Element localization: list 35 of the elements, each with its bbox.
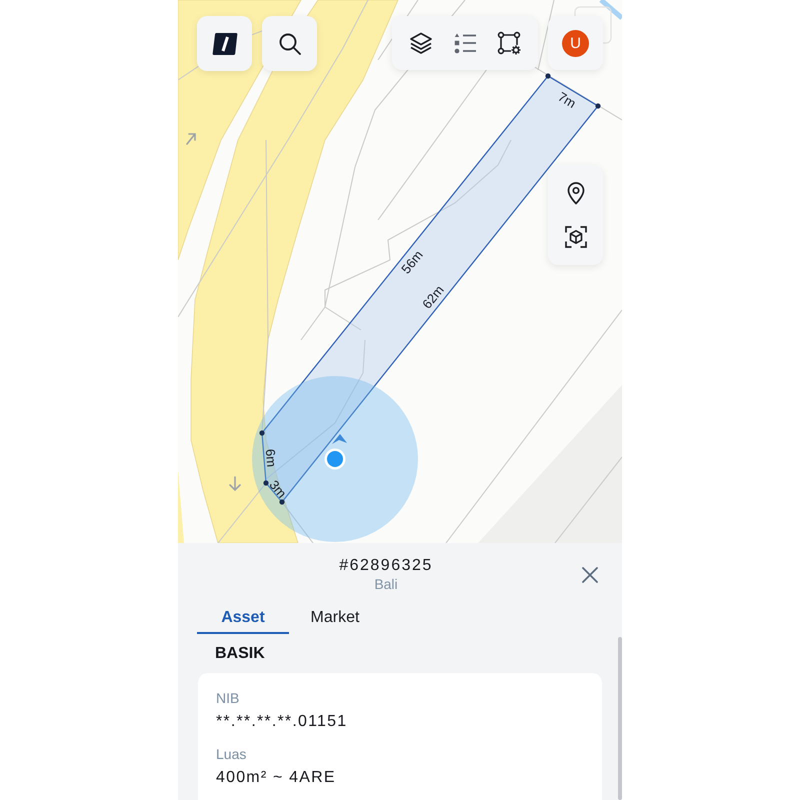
- arrow-icon: [229, 476, 241, 492]
- avatar-button[interactable]: U: [562, 30, 589, 56]
- section-heading: BASIK: [215, 644, 265, 664]
- polygon-gear-icon: [497, 31, 521, 55]
- vertex-marker-icon[interactable]: [263, 480, 269, 486]
- tab[interactable]: Market: [289, 603, 381, 634]
- field-value: 400m² ~ 4ARE: [216, 768, 336, 788]
- heading-arrow-icon: [332, 434, 347, 444]
- cube-scan-icon: [564, 225, 588, 249]
- arrow-icon: [186, 133, 196, 145]
- vertex-marker-icon[interactable]: [595, 103, 601, 109]
- logo-button[interactable]: [197, 16, 252, 71]
- field-label: NIB: [216, 689, 240, 707]
- edge-length-label: 62m: [419, 282, 447, 312]
- vertex-marker-icon[interactable]: [545, 73, 551, 79]
- close-icon: [582, 567, 598, 583]
- field-label: Luas: [216, 745, 246, 763]
- layers-icon: [409, 31, 433, 55]
- edge-length-label: 7m: [555, 88, 579, 112]
- close-button[interactable]: [579, 564, 601, 586]
- edge-length-label: 3m: [266, 477, 290, 501]
- edge-length-label: 6m: [262, 448, 280, 468]
- list-icon: [453, 31, 477, 55]
- field-value: **.**.**.**.01151: [216, 712, 348, 732]
- tab[interactable]: Asset: [197, 603, 289, 634]
- region-subtitle: Bali: [374, 576, 398, 592]
- parcel-id-title: #62896325: [339, 556, 433, 576]
- logo-icon: [212, 32, 238, 56]
- scrollbar[interactable]: [618, 637, 622, 800]
- vertex-marker-icon[interactable]: [279, 499, 285, 505]
- search-icon: [278, 32, 302, 56]
- search-button[interactable]: [262, 16, 317, 71]
- location-dot-icon: [324, 448, 346, 470]
- edge-length-label: 56m: [398, 247, 426, 277]
- vertex-marker-icon[interactable]: [259, 430, 265, 436]
